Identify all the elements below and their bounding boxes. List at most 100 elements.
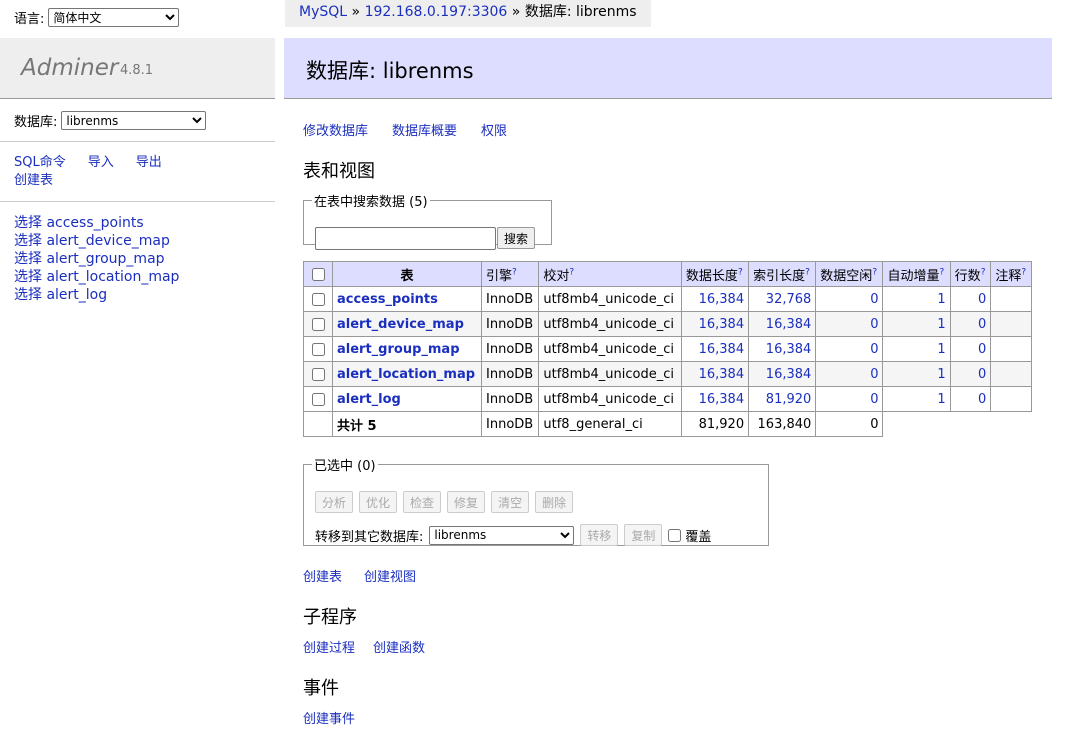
collation-cell: utf8mb4_unicode_ci [538,361,682,387]
data-free-cell: 0 [815,336,884,362]
routine-links: 创建过程 创建函数 [303,637,425,656]
help-icon[interactable]: ? [512,267,517,277]
help-icon[interactable]: ? [940,267,945,277]
total-collation: utf8_general_ci [538,411,682,437]
auto-increment-link[interactable]: 1 [937,367,945,382]
row-checkbox[interactable] [311,292,325,306]
auto-increment-link[interactable]: 1 [937,342,945,357]
create-table-link[interactable]: 创建表 [14,173,53,188]
help-icon[interactable]: ? [1021,267,1026,277]
help-icon[interactable]: ? [738,267,743,277]
help-icon[interactable]: ? [805,267,810,277]
move-button[interactable]: 转移 [580,524,619,546]
table-name-link[interactable]: alert_location_map [337,367,475,382]
analyze-button[interactable]: 分析 [315,491,354,513]
breadcrumb-host-link[interactable]: 192.168.0.197:3306 [365,4,508,20]
privileges-link[interactable]: 权限 [481,124,507,139]
index-length-link[interactable]: 81,920 [766,392,812,407]
check-button[interactable]: 检查 [403,491,442,513]
total-blank [950,411,991,437]
index-length-link[interactable]: 16,384 [766,367,812,382]
table-name-link[interactable]: access_points [337,292,438,307]
data-free-link[interactable]: 0 [870,292,878,307]
search-button[interactable]: 搜索 [497,227,536,249]
sidebar-links: SQL命令 导入 导出 创建表 [0,142,275,202]
overwrite-option[interactable]: 覆盖 [668,526,711,545]
create-view-link[interactable]: 创建视图 [364,570,416,585]
sidebar-item-access-points[interactable]: 选择 access_points [14,214,261,232]
row-checkbox[interactable] [311,317,325,331]
help-icon[interactable]: ? [569,267,574,277]
data-free-link[interactable]: 0 [870,367,878,382]
database-schema-link[interactable]: 数据库概要 [392,124,457,139]
rows-cell: 0 [949,336,992,362]
row-checkbox[interactable] [311,392,325,406]
create-table-link[interactable]: 创建表 [303,570,342,585]
sidebar: Adminer 4.8.1 数据库: librenms SQL命令 导入 导出 创建… [0,38,275,316]
rows-link[interactable]: 0 [978,392,986,407]
rows-link[interactable]: 0 [978,292,986,307]
index-length-link[interactable]: 16,384 [766,317,812,332]
help-icon[interactable]: ? [872,267,877,277]
table-name-link[interactable]: alert_log [337,392,401,407]
rows-link[interactable]: 0 [978,367,986,382]
sql-command-link[interactable]: SQL命令 [14,155,66,170]
table-name-link[interactable]: alert_group_map [337,342,460,357]
overwrite-label: 覆盖 [685,529,712,545]
copy-button[interactable]: 复制 [624,524,663,546]
col-data-length: 数据长度? [680,261,750,287]
total-blank [882,411,951,437]
adminer-logo-link[interactable]: Adminer [21,55,118,81]
create-function-link[interactable]: 创建函数 [373,641,425,656]
overwrite-checkbox[interactable] [668,528,682,542]
data-length-link[interactable]: 16,384 [699,367,745,382]
collation-cell: utf8mb4_unicode_ci [538,386,682,412]
data-length-link[interactable]: 16,384 [699,317,745,332]
sidebar-item-alert-location-map[interactable]: 选择 alert_location_map [14,268,261,286]
truncate-button[interactable]: 清空 [491,491,530,513]
search-input[interactable] [315,227,496,250]
table-name-link[interactable]: alert_device_map [337,317,464,332]
sidebar-item-alert-device-map[interactable]: 选择 alert_device_map [14,232,261,250]
page-title: 数据库: librenms [306,59,474,83]
export-link[interactable]: 导出 [136,155,162,170]
data-length-link[interactable]: 16,384 [699,342,745,357]
drop-button[interactable]: 删除 [535,491,574,513]
repair-button[interactable]: 修复 [447,491,486,513]
data-length-cell: 16,384 [680,361,750,387]
language-selector: 语言: 简体中文 [14,8,180,27]
language-select[interactable]: 简体中文 [48,8,180,27]
version-label: 4.8.1 [120,63,154,78]
index-length-link[interactable]: 16,384 [766,342,812,357]
comment-cell [990,386,1032,412]
sidebar-item-alert-log[interactable]: 选择 alert_log [14,286,261,304]
table-row: alert_device_map InnoDB utf8mb4_unicode_… [303,311,1032,337]
auto-increment-link[interactable]: 1 [937,392,945,407]
index-length-link[interactable]: 32,768 [766,292,812,307]
row-checkbox[interactable] [311,342,325,356]
bulk-actions: 分析 优化 检查 修复 清空 删除 [315,491,574,513]
data-length-link[interactable]: 16,384 [699,292,745,307]
data-free-link[interactable]: 0 [870,317,878,332]
auto-increment-cell: 1 [882,336,951,362]
create-procedure-link[interactable]: 创建过程 [303,641,355,656]
alter-database-link[interactable]: 修改数据库 [303,124,368,139]
auto-increment-link[interactable]: 1 [937,292,945,307]
row-checkbox[interactable] [311,367,325,381]
rows-link[interactable]: 0 [978,342,986,357]
optimize-button[interactable]: 优化 [359,491,398,513]
rows-link[interactable]: 0 [978,317,986,332]
db-select[interactable]: librenms [61,111,207,130]
create-event-link[interactable]: 创建事件 [303,712,355,727]
select-all-checkbox[interactable] [311,267,325,281]
data-length-link[interactable]: 16,384 [699,392,745,407]
data-free-link[interactable]: 0 [870,342,878,357]
total-engine: InnoDB [480,411,540,437]
data-free-link[interactable]: 0 [870,392,878,407]
import-link[interactable]: 导入 [88,155,114,170]
help-icon[interactable]: ? [981,267,986,277]
breadcrumb-mysql-link[interactable]: MySQL [299,4,347,20]
sidebar-item-alert-group-map[interactable]: 选择 alert_group_map [14,250,261,268]
auto-increment-link[interactable]: 1 [937,317,945,332]
move-db-select[interactable]: librenms [429,525,575,545]
